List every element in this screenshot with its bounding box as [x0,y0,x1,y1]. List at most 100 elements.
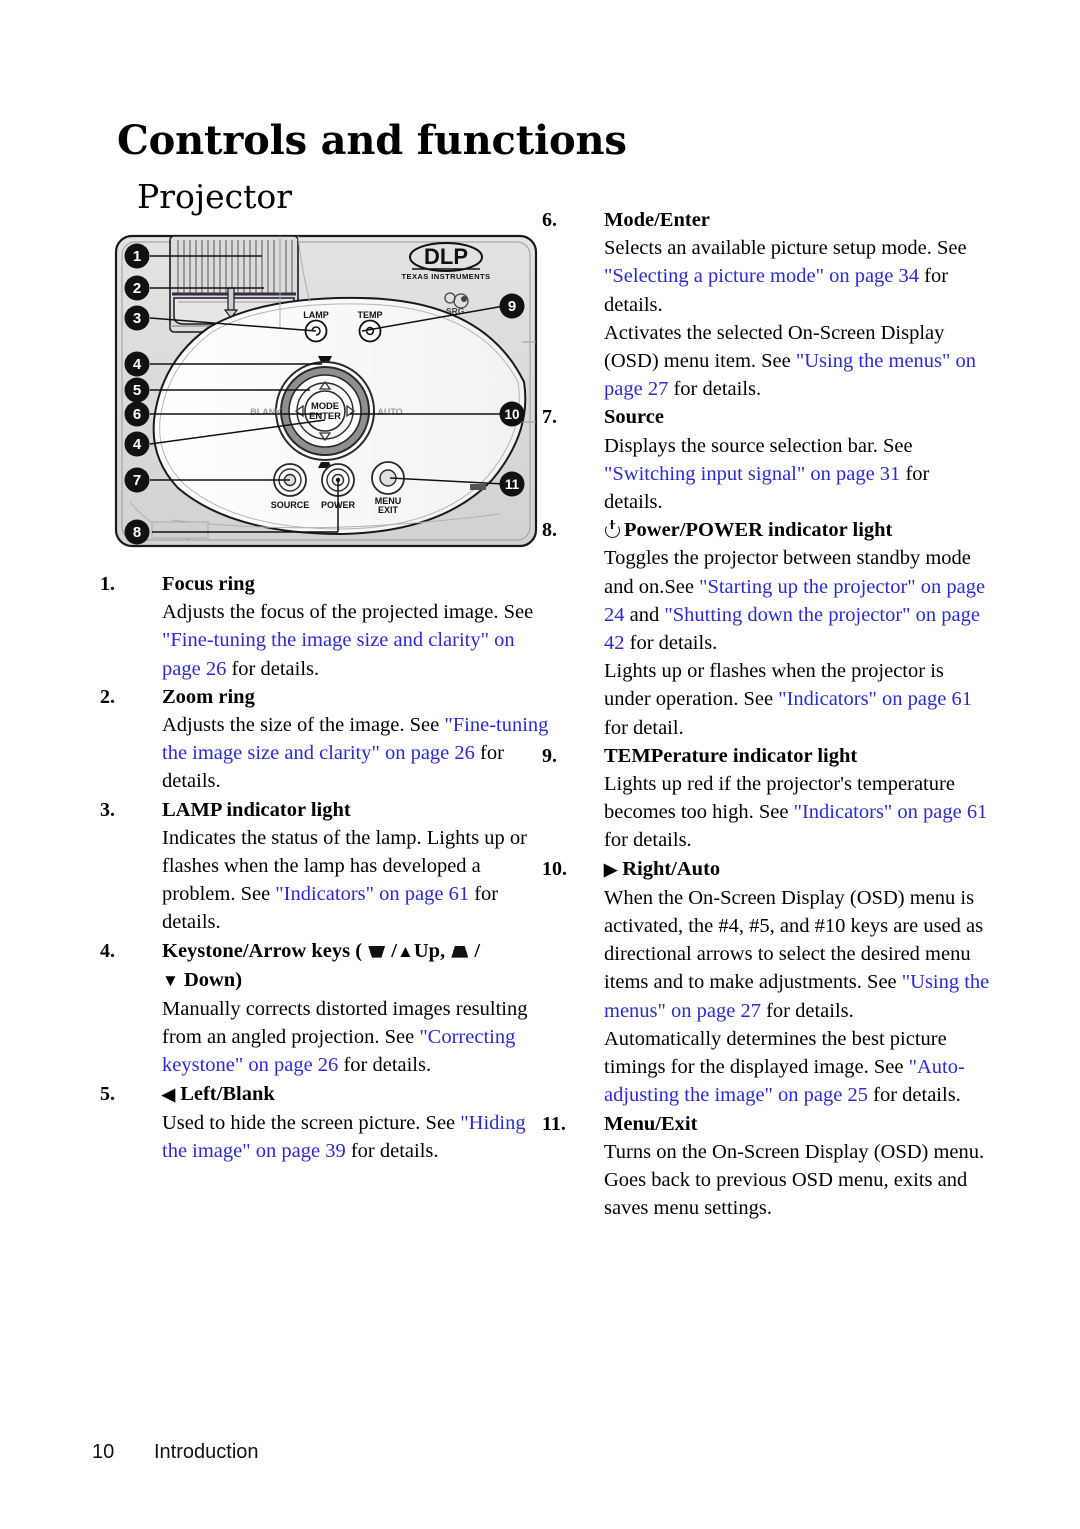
svg-text:TEMP: TEMP [357,310,382,320]
svg-text:DLP: DLP [424,244,468,269]
list-item-4: 4. Keystone/Arrow keys ( /▲Up, / ▼ Down) … [100,937,552,1080]
cross-reference-link[interactable]: "Fine-tuning the image size and clarity"… [162,629,515,679]
item-term: Power/POWER indicator light [604,516,990,544]
item-description: Selects an available picture setup mode.… [604,237,967,316]
left-column: 1. Focus ring Adjusts the focus of the p… [100,570,552,1165]
cross-reference-link[interactable]: "Indicators" on page 61 [275,883,469,905]
item-term: Mode/Enter [604,209,710,231]
item-term: Source [604,406,664,429]
item-number: 1. [100,573,115,595]
svg-text:2: 2 [133,280,141,297]
svg-text:9: 9 [508,298,516,315]
item-number: 3. [100,798,115,821]
list-item-2: 2. Zoom ring Adjusts the size of the ima… [100,683,552,796]
svg-text:LAMP: LAMP [303,310,329,320]
svg-text:TEXAS INSTRUMENTS: TEXAS INSTRUMENTS [401,272,490,281]
svg-text:1: 1 [133,248,141,265]
svg-text:11: 11 [505,477,520,492]
item-description: Adjusts the size of the image. See "Fine… [162,714,549,793]
footer-page-number: 10 [92,1441,115,1463]
item-term: TEMPerature indicator light [604,744,858,767]
svg-text:EXIT: EXIT [378,505,399,515]
svg-text:4: 4 [133,436,142,453]
item-number: 10. [542,857,567,880]
item-description: Adjusts the focus of the projected image… [162,601,534,680]
item-term: Zoom ring [162,685,255,708]
list-item-3: 3. LAMP indicator light Indicates the st… [100,796,552,937]
callout-4-bottom: 4 [124,431,150,457]
item-term: LAMP indicator light [162,798,351,821]
right-column: 6. Mode/Enter Selects an available pictu… [542,206,990,1222]
item-term: ▶ Right/Auto [604,857,721,880]
callout-10: 10 [499,401,525,427]
item-number: 5. [100,1082,115,1105]
item-description: Lights up red if the projector's tempera… [604,773,988,852]
item-number: 11. [542,1112,566,1135]
item-description-2: Automatically determines the best pictur… [604,1027,965,1107]
item-description: Displays the source selection bar. See "… [604,434,930,514]
item-description: Turns on the On-Screen Display (OSD) men… [604,1140,985,1220]
list-item-5: 5. ◀ Left/Blank Used to hide the screen … [100,1080,552,1166]
list-item-7: 7. Source Displays the source selection … [542,403,990,516]
item-term: Menu/Exit [604,1112,698,1135]
svg-text:BLANK: BLANK [250,407,282,417]
keystone-narrow-top-icon [451,945,469,958]
item-term: ◀ Left/Blank [162,1082,275,1105]
projector-diagram: DLP TEXAS INSTRUMENTS SRG LAMP TEMP MODE… [112,232,540,554]
temp-indicator: TEMP [357,310,383,343]
svg-text:5: 5 [133,382,141,399]
svg-text:ENTER: ENTER [309,410,341,421]
list-item-11: 11. Menu/Exit Turns on the On-Screen Dis… [542,1110,990,1223]
svg-text:3: 3 [133,310,141,327]
item-description-2: Lights up or flashes when the projector … [604,660,972,739]
item-number: 7. [542,406,557,429]
item-term: Focus ring [162,573,255,595]
svg-text:AUTO: AUTO [377,407,402,417]
callout-7: 7 [124,467,150,493]
keystone-wide-top-icon [368,945,386,958]
triangle-right-icon: ▶ [604,859,618,879]
list-item-9: 9. TEMPerature indicator light Lights up… [542,742,990,855]
cross-reference-link[interactable]: "Indicators" on page 61 [778,688,972,710]
footer-section-name: Introduction [154,1441,259,1463]
callout-4-top: 4 [124,351,150,377]
callout-6: 6 [124,401,150,427]
callout-3: 3 [124,305,150,331]
callout-9: 9 [499,293,525,319]
item-number: 6. [542,209,557,231]
cross-reference-link[interactable]: "Switching input signal" on page 31 [604,463,900,485]
nav-ring: MODE ENTER [275,361,375,461]
triangle-left-icon: ◀ [162,1084,176,1104]
triangle-down-icon: ▼ [162,970,179,990]
item-term: Keystone/Arrow keys ( /▲Up, / ▼ Down) [162,939,481,991]
cross-reference-link[interactable]: "Indicators" on page 61 [794,801,988,823]
item-description: Indicates the status of the lamp. Lights… [162,826,527,934]
lamp-indicator: LAMP [303,310,329,343]
callout-1: 1 [124,243,150,269]
list-item-8: 8. Power/POWER indicator light Toggles t… [542,516,990,742]
list-item-1: 1. Focus ring Adjusts the focus of the p… [100,570,552,683]
list-item-10: 10. ▶ Right/Auto When the On-Screen Disp… [542,855,990,1110]
cross-reference-link[interactable]: "Selecting a picture mode" on page 34 [604,265,919,287]
callout-11: 11 [499,471,525,497]
item-number: 2. [100,685,115,708]
manual-page: Controls and functions Projector DLP TEX… [0,0,1080,1529]
svg-text:4: 4 [133,356,142,373]
source-button: SOURCE [271,463,310,510]
callout-2: 2 [124,275,150,301]
item-description: Toggles the projector between standby mo… [604,547,986,655]
svg-text:7: 7 [133,472,141,489]
svg-text:6: 6 [133,406,141,423]
item-number: 8. [542,519,557,542]
item-description: Used to hide the screen picture. See "Hi… [162,1111,526,1163]
callout-5: 5 [124,377,150,403]
item-number: 4. [100,939,115,962]
section-title: Projector [137,177,292,217]
item-description: Manually corrects distorted images resul… [162,998,528,1077]
svg-text:8: 8 [133,524,141,541]
svg-text:SOURCE: SOURCE [271,500,310,510]
item-description: When the On-Screen Display (OSD) menu is… [604,886,990,1022]
item-number: 9. [542,744,557,767]
triangle-up-icon: ▲ [397,941,414,961]
power-icon [604,520,621,539]
